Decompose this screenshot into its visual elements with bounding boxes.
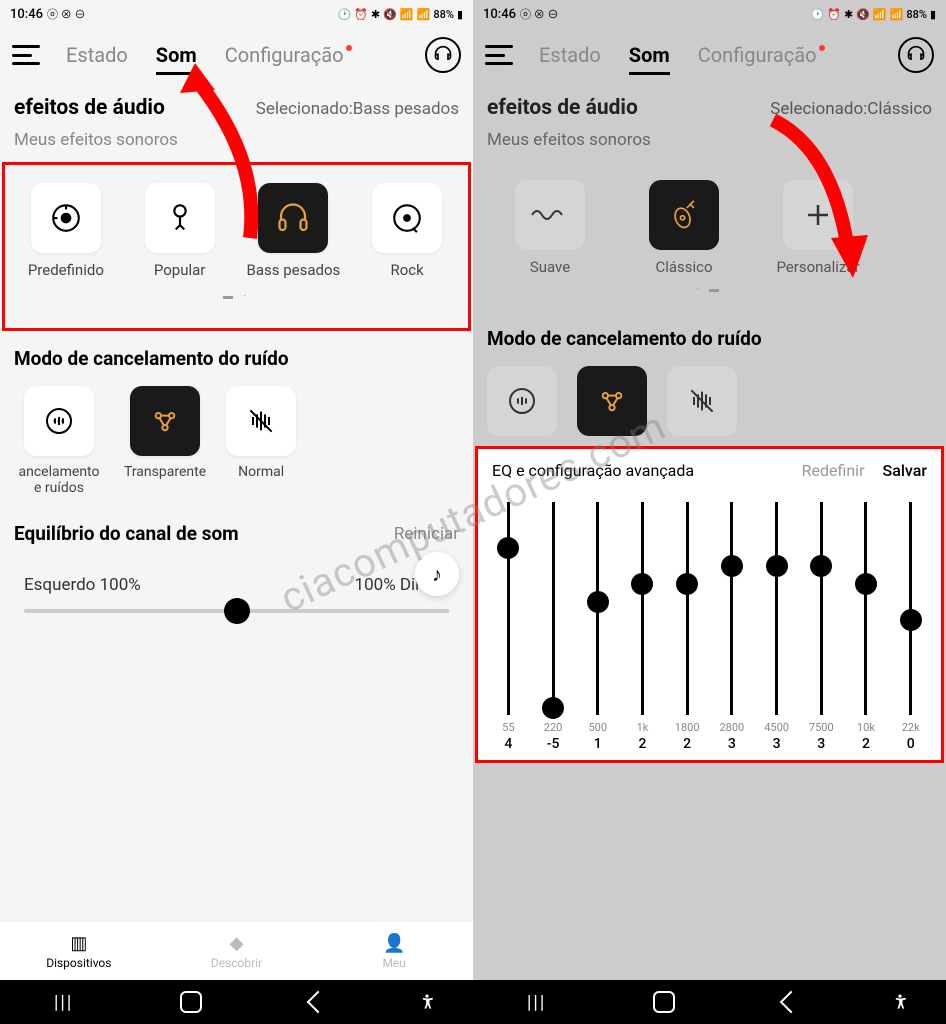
balance-reset-button[interactable]: Reiniciar <box>394 524 459 544</box>
sys-recent-button[interactable]: ||| <box>34 992 94 1013</box>
sys-recent-button[interactable]: ||| <box>507 992 567 1013</box>
sys-accessibility-button[interactable] <box>415 990 439 1014</box>
eq-gain-value: 2 <box>862 736 870 752</box>
notification-dot <box>819 45 825 51</box>
tab-config[interactable]: Configuração <box>688 35 827 75</box>
balance-slider-thumb[interactable] <box>224 598 250 624</box>
eq-band-220[interactable]: 220-5 <box>531 502 576 752</box>
nc-title: Modo de cancelamento do ruído <box>487 327 932 350</box>
eq-freq-label: 2800 <box>720 721 745 734</box>
eq-gain-value: 3 <box>728 736 736 752</box>
preset-predefinido[interactable]: Predefinido <box>11 183 121 279</box>
eq-freq-label: 55 <box>502 721 514 734</box>
top-nav: Estado Som Configuração <box>473 28 946 82</box>
status-icons-right: 🕑⏰✱🔇📶📶 88%▮ <box>811 8 936 21</box>
eq-save-button[interactable]: Salvar <box>883 461 928 480</box>
status-icons-left: ⓞ ⊗ ⊖ <box>520 6 558 22</box>
sys-accessibility-button[interactable] <box>888 990 912 1014</box>
audio-effects-title: efeitos de áudio <box>487 96 638 120</box>
android-nav-bar: ||| <box>473 980 946 1024</box>
eq-gain-value: 3 <box>773 736 781 752</box>
eq-freq-label: 1800 <box>675 721 700 734</box>
eq-band-1800[interactable]: 1800 2 <box>665 502 710 752</box>
selected-preset-label: Selecionado:Bass pesados <box>256 99 459 119</box>
page-indicator: ▬ · <box>5 291 468 302</box>
bnav-meu[interactable]: 👤 Meu <box>315 922 473 980</box>
status-time: 10:46 <box>483 7 516 22</box>
nc-transparent[interactable] <box>577 366 647 436</box>
audio-effects-title: efeitos de áudio <box>14 96 165 120</box>
bottom-nav: ▥ Dispositivos ◆ Descobrir 👤 Meu <box>0 922 473 980</box>
eq-band-1k[interactable]: 1k2 <box>620 502 665 752</box>
eq-gain-value: 2 <box>683 736 691 752</box>
eq-gain-value: 4 <box>504 736 512 752</box>
status-time: 10:46 <box>10 7 43 22</box>
eq-band-4500[interactable]: 4500 3 <box>754 502 799 752</box>
bnav-dispositivos[interactable]: ▥ Dispositivos <box>0 922 158 980</box>
preset-rock[interactable]: Rock <box>352 183 462 279</box>
bnav-descobrir[interactable]: ◆ Descobrir <box>158 922 316 980</box>
balance-left-value: Esquerdo 100% <box>24 575 141 595</box>
eq-freq-label: 220 <box>544 721 563 734</box>
eq-band-10k[interactable]: 10k2 <box>844 502 889 752</box>
screenshot-right: 10:46 ⓞ ⊗ ⊖ 🕑⏰✱🔇📶📶 88%▮ Estado Som Confi… <box>473 0 946 1024</box>
eq-reset-button[interactable]: Redefinir <box>802 461 865 480</box>
balance-title: Equilíbrio do canal de som <box>14 522 239 545</box>
eq-title: EQ e configuração avançada <box>492 461 694 480</box>
eq-gain-value: 0 <box>907 736 915 752</box>
status-bar: 10:46 ⓞ ⊗ ⊖ 🕑⏰✱🔇📶📶 88%▮ <box>473 0 946 28</box>
status-icons-right: 🕑⏰✱🔇📶📶 88%▮ <box>338 8 463 21</box>
nc-transparent[interactable]: Transparente <box>124 386 206 496</box>
android-nav-bar: ||| <box>0 980 473 1024</box>
music-note-button[interactable]: ♪ <box>415 552 459 596</box>
notification-dot <box>346 45 352 51</box>
tab-estado[interactable]: Estado <box>56 35 138 75</box>
annotation-arrow-up <box>160 58 280 258</box>
nc-normal[interactable] <box>667 366 737 436</box>
eq-band-2800[interactable]: 2800 3 <box>710 502 755 752</box>
sys-home-button[interactable] <box>161 991 221 1013</box>
eq-freq-label: 10k <box>857 721 875 734</box>
headphone-icon[interactable] <box>425 37 461 73</box>
eq-freq-label: 7500 <box>809 721 834 734</box>
eq-band-55[interactable]: 554 <box>486 502 531 752</box>
eq-panel: EQ e configuração avançada Redefinir Sal… <box>475 446 944 763</box>
nc-normal[interactable]: Normal <box>226 386 296 496</box>
nc-cancel[interactable] <box>487 366 557 436</box>
eq-gain-value: 3 <box>817 736 825 752</box>
eq-freq-label: 4500 <box>764 721 789 734</box>
menu-icon[interactable] <box>485 45 513 65</box>
eq-gain-value: 1 <box>594 736 602 752</box>
preset-classico[interactable]: Clássico <box>629 180 739 276</box>
tab-estado[interactable]: Estado <box>529 35 611 75</box>
eq-sliders: 554220-550011k21800228003450037500310k22… <box>486 492 933 752</box>
annotation-arrow-down <box>753 110 883 290</box>
nc-title: Modo de cancelamento do ruído <box>14 347 459 370</box>
eq-band-22k[interactable]: 22k0 <box>888 502 933 752</box>
sys-back-button[interactable] <box>761 994 821 1010</box>
status-icons-left: ⓞ ⊗ ⊖ <box>47 6 85 22</box>
eq-freq-label: 1k <box>637 721 649 734</box>
preset-suave[interactable]: Suave <box>495 180 605 276</box>
eq-gain-value: 2 <box>638 736 646 752</box>
eq-band-500[interactable]: 5001 <box>575 502 620 752</box>
nc-cancel[interactable]: ancelamento e ruídos <box>14 386 104 496</box>
headphone-icon[interactable] <box>898 37 934 73</box>
eq-freq-label: 22k <box>902 721 920 734</box>
status-bar: 10:46 ⓞ ⊗ ⊖ 🕑⏰✱🔇📶📶 88%▮ <box>0 0 473 28</box>
tab-som[interactable]: Som <box>619 35 680 75</box>
eq-gain-value: -5 <box>547 736 560 752</box>
sys-home-button[interactable] <box>634 991 694 1013</box>
eq-band-7500[interactable]: 7500 3 <box>799 502 844 752</box>
sys-back-button[interactable] <box>288 994 348 1010</box>
eq-freq-label: 500 <box>588 721 607 734</box>
balance-slider[interactable] <box>24 609 449 613</box>
screenshot-left: 10:46 ⓞ ⊗ ⊖ 🕑⏰✱🔇📶📶 88%▮ Estado Som Confi… <box>0 0 473 1024</box>
menu-icon[interactable] <box>12 45 40 65</box>
